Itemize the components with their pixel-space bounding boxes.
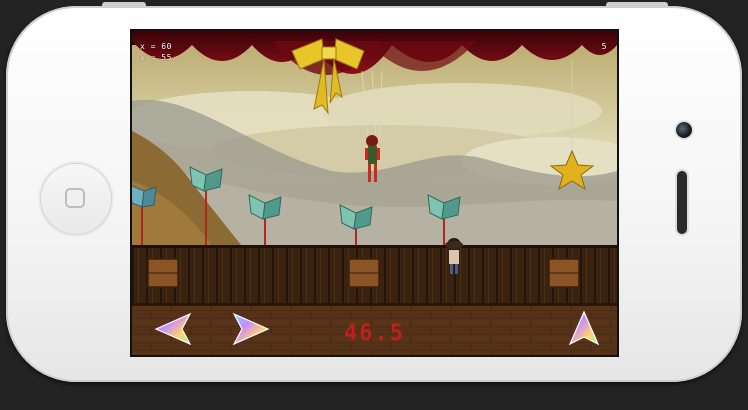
countdown-timer: 46.5 (344, 321, 405, 346)
front-camera (676, 122, 692, 138)
score-counter: 5 (601, 42, 607, 51)
y-coordinate-readout: x = 55 (140, 53, 172, 62)
home-button[interactable] (40, 163, 112, 235)
game-scene (132, 31, 617, 355)
x-coordinate-readout: x = 60 (140, 42, 172, 51)
volume-button (102, 2, 146, 8)
game-screen: x = 60 x = 55 5 46.5 (130, 29, 619, 357)
speaker-grille (677, 171, 687, 234)
home-square-icon (65, 188, 85, 208)
power-button (606, 2, 668, 8)
